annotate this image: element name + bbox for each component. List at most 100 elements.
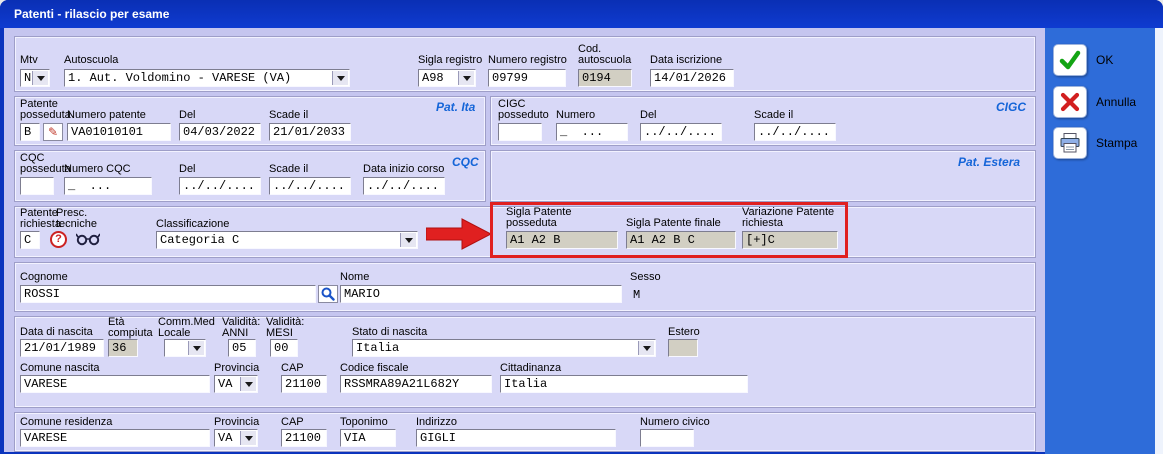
sigla-finale-label: Sigla Patente finale bbox=[626, 218, 721, 229]
numero-patente-label: Numero patente bbox=[67, 110, 146, 121]
toponimo-label: Toponimo bbox=[340, 417, 388, 428]
section-pat-estera: Pat. Estera bbox=[958, 155, 1020, 169]
annulla-button[interactable]: Annulla bbox=[1053, 86, 1136, 118]
provincia-residenza-select[interactable]: VA bbox=[214, 429, 258, 447]
stato-nascita-select[interactable]: Italia bbox=[352, 339, 656, 357]
cognome-field[interactable]: ROSSI bbox=[20, 285, 316, 303]
section-pat-ita: Pat. Ita bbox=[436, 100, 475, 114]
patente-richiesta-field[interactable]: C bbox=[20, 231, 40, 249]
sigla-finale-field: A1 A2 B C bbox=[626, 231, 736, 249]
cqc-inizio-corso-field[interactable]: ../../.... bbox=[363, 177, 445, 195]
provincia-residenza-label: Provincia bbox=[214, 417, 259, 428]
nome-label: Nome bbox=[340, 272, 369, 283]
patente-del-label: Del bbox=[179, 110, 196, 121]
question-mark-icon[interactable]: ? bbox=[50, 231, 67, 248]
cigc-scade-label: Scade il bbox=[754, 110, 793, 121]
glasses-icon[interactable] bbox=[76, 232, 100, 251]
chevron-down-icon bbox=[240, 431, 256, 445]
patente-scade-field[interactable]: 21/01/2033 bbox=[269, 123, 351, 141]
sigla-posseduta-label: Sigla Patente posseduta bbox=[506, 207, 571, 229]
classificazione-select[interactable]: Categoria C bbox=[156, 231, 418, 249]
comune-nascita-field[interactable]: VARESE bbox=[20, 375, 210, 393]
indirizzo-field[interactable]: GIGLI bbox=[416, 429, 616, 447]
cqc-posseduta-field[interactable] bbox=[20, 177, 54, 195]
comm-med-select[interactable] bbox=[164, 339, 206, 357]
indirizzo-label: Indirizzo bbox=[416, 417, 457, 428]
data-iscrizione-field[interactable]: 14/01/2026 bbox=[650, 69, 734, 87]
section-cigc: CIGC bbox=[996, 100, 1026, 114]
variazione-field: [+]C bbox=[742, 231, 838, 249]
patente-posseduta-label: Patente posseduta bbox=[20, 99, 71, 121]
cittadinanza-field[interactable]: Italia bbox=[500, 375, 748, 393]
cittadinanza-label: Cittadinanza bbox=[500, 363, 561, 374]
cognome-label: Cognome bbox=[20, 272, 68, 283]
estero-field bbox=[668, 339, 698, 357]
codice-fiscale-field[interactable]: RSSMRA89A21L682Y bbox=[340, 375, 492, 393]
estero-label: Estero bbox=[668, 327, 700, 338]
comune-residenza-label: Comune residenza bbox=[20, 417, 112, 428]
validita-anni-label: Validità: ANNI bbox=[222, 317, 260, 339]
patente-posseduta-field[interactable]: B bbox=[20, 123, 40, 141]
data-nascita-field[interactable]: 21/01/1989 bbox=[20, 339, 104, 357]
cap-residenza-field[interactable]: 21100 bbox=[281, 429, 327, 447]
panel-pat-estera bbox=[490, 150, 1036, 202]
cap-nascita-label: CAP bbox=[281, 363, 304, 374]
cap-nascita-field[interactable]: 21100 bbox=[281, 375, 327, 393]
cod-autoscuola-field: 0194 bbox=[578, 69, 632, 87]
patente-del-field[interactable]: 04/03/2022 bbox=[179, 123, 261, 141]
numero-registro-field[interactable]: 09799 bbox=[488, 69, 566, 87]
cigc-numero-field[interactable]: _ ... bbox=[556, 123, 628, 141]
provincia-nascita-value: VA bbox=[218, 376, 232, 392]
nome-field[interactable]: MARIO bbox=[340, 285, 622, 303]
sesso-label: Sesso bbox=[630, 272, 661, 283]
chevron-down-icon bbox=[188, 341, 204, 355]
app-window: Patenti - rilascio per esame Mtv N Autos… bbox=[0, 0, 1163, 454]
comune-residenza-field[interactable]: VARESE bbox=[20, 429, 210, 447]
cigc-del-field[interactable]: ../../.... bbox=[640, 123, 722, 141]
eta-compiuta-field: 36 bbox=[108, 339, 138, 357]
cqc-numero-label: Numero CQC bbox=[64, 164, 131, 175]
eta-compiuta-label: Età compiuta bbox=[108, 317, 153, 339]
validita-anni-field[interactable]: 05 bbox=[228, 339, 256, 357]
classificazione-label: Classificazione bbox=[156, 219, 229, 230]
stampa-button[interactable]: Stampa bbox=[1053, 127, 1137, 159]
chevron-down-icon bbox=[458, 71, 474, 85]
ok-button[interactable]: OK bbox=[1053, 44, 1113, 76]
cqc-del-field[interactable]: ../../.... bbox=[179, 177, 261, 195]
cancel-x-icon bbox=[1059, 91, 1081, 113]
cigc-posseduto-field[interactable] bbox=[498, 123, 542, 141]
provincia-nascita-select[interactable]: VA bbox=[214, 375, 258, 393]
edit-patente-button[interactable]: ✎ bbox=[43, 123, 63, 141]
sigla-registro-label: Sigla registro bbox=[418, 55, 482, 66]
stampa-button-label: Stampa bbox=[1096, 136, 1137, 150]
cap-residenza-label: CAP bbox=[281, 417, 304, 428]
numero-civico-field[interactable] bbox=[640, 429, 694, 447]
codice-fiscale-label: Codice fiscale bbox=[340, 363, 408, 374]
validita-mesi-field[interactable]: 00 bbox=[270, 339, 298, 357]
cqc-del-label: Del bbox=[179, 164, 196, 175]
numero-civico-label: Numero civico bbox=[640, 417, 710, 428]
cqc-numero-field[interactable]: _ ... bbox=[64, 177, 152, 195]
cigc-posseduto-label: CIGC posseduto bbox=[498, 99, 549, 121]
autoscuola-select[interactable]: 1. Aut. Voldomino - VARESE (VA) bbox=[64, 69, 350, 87]
sigla-registro-select[interactable]: A98 bbox=[418, 69, 476, 87]
validita-mesi-label: Validità: MESI bbox=[266, 317, 304, 339]
cigc-del-label: Del bbox=[640, 110, 657, 121]
data-nascita-label: Data di nascita bbox=[20, 327, 93, 338]
cigc-scade-field[interactable]: ../../.... bbox=[754, 123, 836, 141]
check-icon bbox=[1058, 48, 1082, 72]
search-icon bbox=[321, 287, 335, 301]
toponimo-field[interactable]: VIA bbox=[340, 429, 396, 447]
cqc-scade-field[interactable]: ../../.... bbox=[269, 177, 351, 195]
numero-patente-field[interactable]: VA01010101 bbox=[67, 123, 171, 141]
cigc-numero-label: Numero bbox=[556, 110, 595, 121]
autoscuola-value: 1. Aut. Voldomino - VARESE (VA) bbox=[68, 70, 291, 86]
mtv-value: N bbox=[24, 70, 31, 86]
chevron-down-icon bbox=[32, 71, 48, 85]
cqc-inizio-corso-label: Data inizio corso bbox=[363, 164, 444, 175]
chevron-down-icon bbox=[638, 341, 654, 355]
search-person-button[interactable] bbox=[318, 285, 338, 303]
comune-nascita-label: Comune nascita bbox=[20, 363, 100, 374]
printer-icon bbox=[1059, 132, 1081, 154]
mtv-select[interactable]: N bbox=[20, 69, 50, 87]
